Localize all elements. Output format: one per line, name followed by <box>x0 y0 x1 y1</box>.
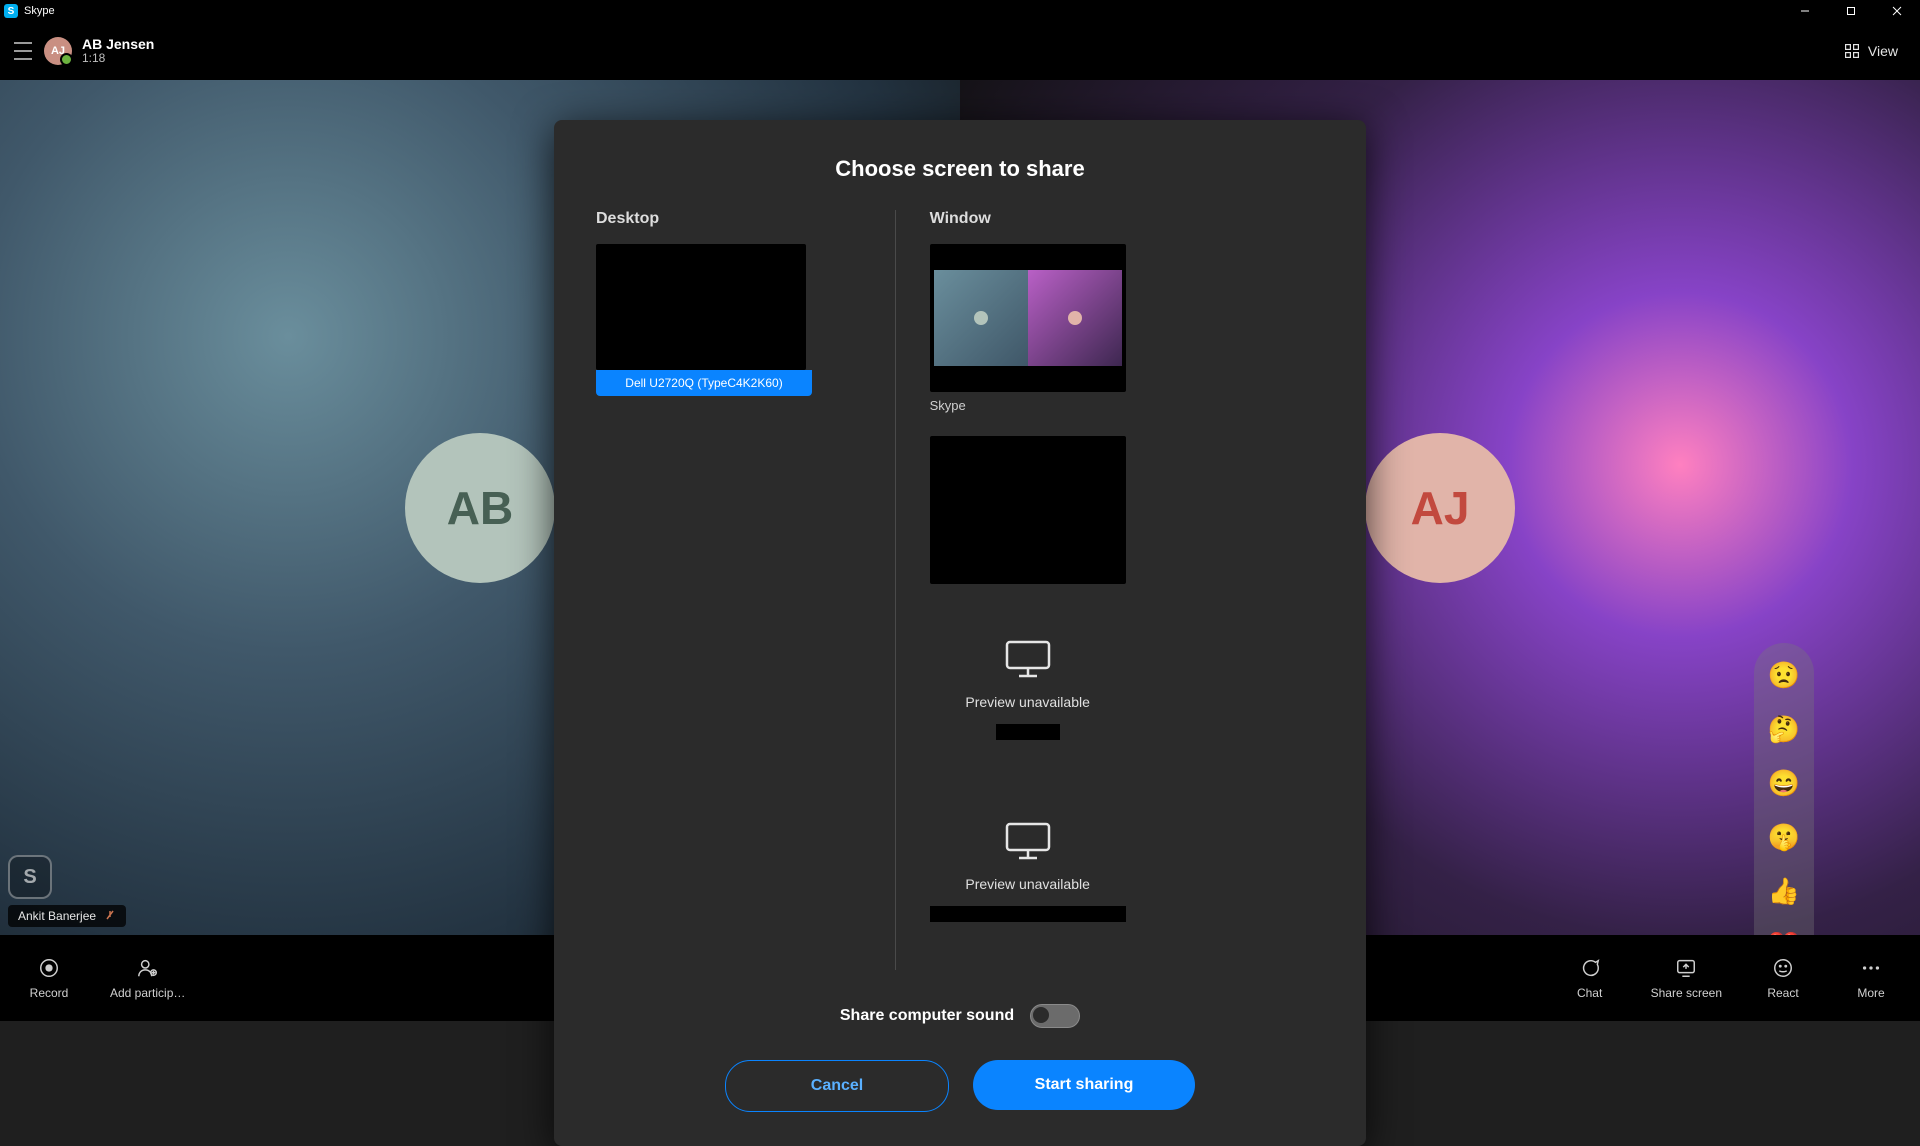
add-participant-label: Add particip… <box>110 986 185 1000</box>
participant-avatar-aj: AJ <box>1365 433 1515 583</box>
reactions-rail: 😟 🤔 😄 🤫 👍 ❤️ <box>1754 643 1814 977</box>
emoji: 🤫 <box>1768 822 1800 853</box>
more-button[interactable]: More <box>1844 956 1898 1000</box>
share-screen-dialog: Choose screen to share Desktop Dell U272… <box>554 120 1366 1146</box>
start-sharing-button[interactable]: Start sharing <box>973 1060 1195 1110</box>
caller-avatar-initials: AJ <box>51 45 65 57</box>
participant-initials: AJ <box>1411 481 1470 535</box>
add-participant-icon <box>136 956 160 980</box>
cancel-button[interactable]: Cancel <box>725 1060 949 1112</box>
window-source-3[interactable]: Preview unavailable <box>930 628 1126 788</box>
share-sound-toggle[interactable] <box>1030 1004 1080 1028</box>
reaction-sad[interactable]: 😟 <box>1766 657 1802 693</box>
window-thumbnail <box>930 436 1126 584</box>
caller-avatar[interactable]: AJ <box>44 37 72 65</box>
emoji: 🤔 <box>1768 714 1800 745</box>
window-maximize-button[interactable] <box>1828 0 1874 22</box>
monitor-icon <box>1003 638 1053 680</box>
title-bar: S Skype <box>0 0 1920 22</box>
monitor-icon <box>1003 820 1053 862</box>
share-screen-button[interactable]: Share screen <box>1651 956 1722 1000</box>
window-source-label: Skype <box>930 398 966 414</box>
window-source-skype[interactable]: Skype <box>930 244 1126 414</box>
reaction-thumbs-up[interactable]: 👍 <box>1766 873 1802 909</box>
self-name: Ankit Banerjee <box>18 909 96 923</box>
more-icon <box>1859 956 1883 980</box>
view-switcher[interactable]: View <box>1844 43 1898 59</box>
reaction-laugh[interactable]: 😄 <box>1766 765 1802 801</box>
participant-avatar-ab: AB <box>405 433 555 583</box>
call-header: AJ AB Jensen 1:18 View <box>0 22 1920 80</box>
cancel-label: Cancel <box>811 1077 863 1095</box>
chat-icon <box>1578 956 1602 980</box>
record-button[interactable]: Record <box>22 956 76 1000</box>
participant-initials: AB <box>447 481 513 535</box>
preview-unavailable-tile: Preview unavailable <box>930 810 1126 970</box>
call-duration: 1:18 <box>82 52 154 65</box>
desktop-source-label: Dell U2720Q (TypeC4K2K60) <box>596 370 812 396</box>
preview-unavailable-text: Preview unavailable <box>965 694 1090 710</box>
self-name-chip: Ankit Banerjee <box>8 905 126 927</box>
desktop-column: Desktop Dell U2720Q (TypeC4K2K60) <box>596 210 896 970</box>
window-title-redacted <box>996 724 1060 740</box>
window-title-redacted <box>930 906 1126 922</box>
skype-app-icon: S <box>4 4 18 18</box>
grid-icon <box>1844 43 1860 59</box>
desktop-heading: Desktop <box>596 210 873 228</box>
caller-name: AB Jensen <box>82 37 154 52</box>
share-sound-label: Share computer sound <box>840 1007 1014 1025</box>
reaction-shh[interactable]: 🤫 <box>1766 819 1802 855</box>
window-close-button[interactable] <box>1874 0 1920 22</box>
add-participant-button[interactable]: Add particip… <box>110 956 185 1000</box>
dialog-title: Choose screen to share <box>596 156 1324 182</box>
record-label: Record <box>30 986 69 1000</box>
preview-unavailable-text: Preview unavailable <box>965 876 1090 892</box>
share-sound-row: Share computer sound <box>596 1004 1324 1028</box>
self-preview[interactable]: S Ankit Banerjee <box>8 855 126 927</box>
share-screen-label: Share screen <box>1651 986 1722 1000</box>
record-icon <box>37 956 61 980</box>
start-sharing-label: Start sharing <box>1035 1076 1134 1094</box>
window-column: Window Skype <box>896 210 1324 970</box>
window-heading: Window <box>930 210 1324 228</box>
react-button[interactable]: React <box>1756 956 1810 1000</box>
skype-logo-icon: S <box>8 855 52 899</box>
app-title: Skype <box>24 5 55 17</box>
emoji: 😟 <box>1768 660 1800 691</box>
preview-unavailable-tile: Preview unavailable <box>930 628 1126 788</box>
window-minimize-button[interactable] <box>1782 0 1828 22</box>
window-thumbnail <box>930 244 1126 392</box>
emoji: 👍 <box>1768 876 1800 907</box>
window-source-2[interactable] <box>930 436 1126 606</box>
view-label: View <box>1868 43 1898 59</box>
chat-button[interactable]: Chat <box>1563 956 1617 1000</box>
hamburger-menu-button[interactable] <box>14 42 32 60</box>
desktop-thumbnail <box>596 244 806 370</box>
share-screen-icon <box>1674 956 1698 980</box>
reaction-thinking[interactable]: 🤔 <box>1766 711 1802 747</box>
emoji: 😄 <box>1768 768 1800 799</box>
react-icon <box>1771 956 1795 980</box>
react-label: React <box>1767 986 1798 1000</box>
desktop-source-tile[interactable]: Dell U2720Q (TypeC4K2K60) <box>596 244 806 396</box>
more-label: More <box>1857 986 1884 1000</box>
window-source-4[interactable]: Preview unavailable <box>930 810 1126 970</box>
mic-muted-icon <box>104 910 116 922</box>
chat-label: Chat <box>1577 986 1602 1000</box>
